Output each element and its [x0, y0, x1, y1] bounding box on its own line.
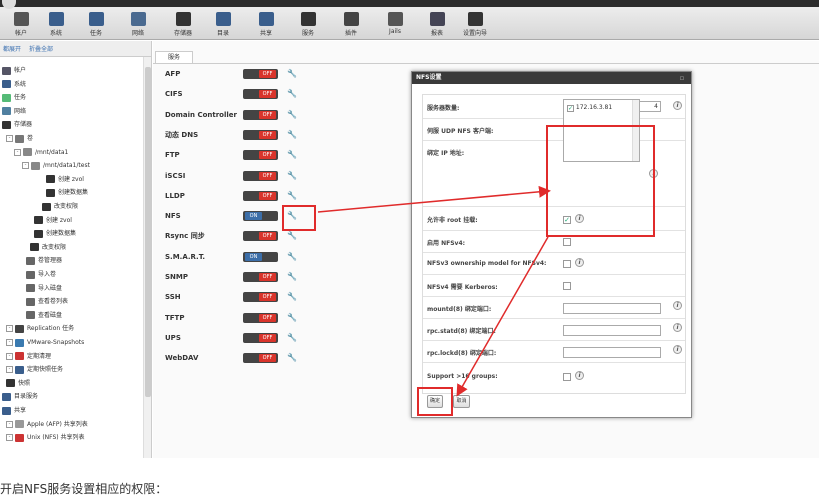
- annotation-arrows: [317, 185, 551, 397]
- arrow-to-options: [317, 185, 551, 213]
- arrow-to-ok: [456, 236, 549, 397]
- caption-text: 开启NFS服务设置相应的权限：: [0, 482, 168, 496]
